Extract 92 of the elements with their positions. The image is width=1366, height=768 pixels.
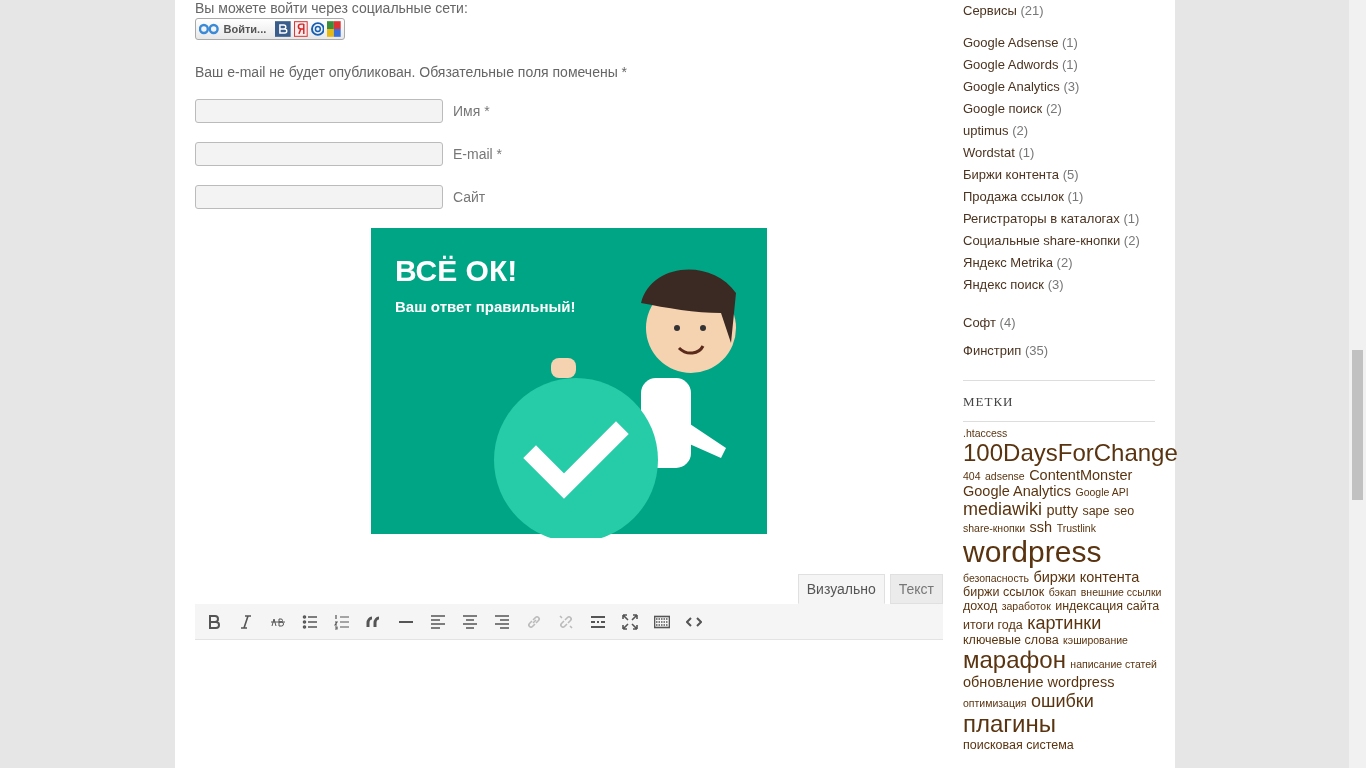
tag-link[interactable]: кэширование: [1063, 634, 1128, 647]
tags-heading: МЕТКИ: [963, 394, 1014, 409]
category-link[interactable]: Wordstat (1): [963, 144, 1155, 162]
toolbar-button[interactable]: [590, 613, 606, 630]
category-link[interactable]: Яндекс Metrika (2): [963, 254, 1155, 272]
tag-link[interactable]: ssh: [1029, 519, 1053, 536]
toolbar-button[interactable]: [430, 613, 446, 630]
tag-link[interactable]: индексация сайта: [1055, 599, 1160, 614]
scrollbar[interactable]: [1349, 0, 1366, 768]
tag-link[interactable]: ключевые слова: [963, 633, 1059, 648]
category-link[interactable]: Социальные share-кнопки (2): [963, 232, 1155, 250]
toolbar-button[interactable]: [238, 613, 254, 630]
category-link[interactable]: Продажа ссылок (1): [963, 188, 1155, 206]
colored-squares-icon: [327, 21, 341, 37]
category-link[interactable]: uptimus (2): [963, 122, 1155, 140]
align-left-icon: [430, 613, 446, 630]
tag-link[interactable]: плагины: [963, 709, 1056, 737]
social-login-text: Вы можете войти через социальные сети:: [195, 0, 469, 16]
horizontal-line-icon: [399, 620, 413, 623]
bullet-list-icon: [302, 613, 318, 630]
logo-icon: [199, 23, 221, 35]
toolbar-button[interactable]: [622, 613, 638, 630]
fullscreen-icon: [622, 613, 638, 630]
tag-link[interactable]: внешние ссылки: [1080, 586, 1162, 599]
tag-link[interactable]: 100DaysForChange: [963, 438, 1178, 466]
required-fields-notice: Ваш e-mail не будет опубликован. Обязательные поля помечены *: [195, 63, 629, 82]
tag-link[interactable]: оптимизация: [963, 696, 1027, 709]
tag-link[interactable]: .htaccess: [963, 427, 1008, 439]
text-input-field[interactable]: [195, 142, 443, 166]
read-more-icon: [590, 613, 606, 630]
category-link[interactable]: Google поиск (2): [963, 100, 1155, 118]
success-title: ВСЁ ОК!: [395, 254, 519, 288]
tag-link[interactable]: wordpress: [963, 535, 1102, 569]
tag-link[interactable]: Google Analytics: [963, 482, 1071, 499]
tag-link[interactable]: доход: [963, 599, 998, 614]
field-label: E-mail *: [453, 144, 502, 164]
toolbar-button[interactable]: [654, 613, 670, 630]
category-link[interactable]: Google Adsense (1): [963, 34, 1155, 52]
numbered-list-icon: [334, 613, 350, 630]
vk-icon: [275, 21, 291, 37]
tag-link[interactable]: ContentMonster: [1029, 466, 1133, 483]
tag-link[interactable]: ошибки: [1030, 690, 1094, 711]
tag-link[interactable]: seo: [1113, 504, 1135, 519]
bold-icon: [206, 613, 222, 630]
category-link[interactable]: Яндекс поиск (3): [963, 276, 1155, 294]
tag-link[interactable]: поисковая система: [963, 737, 1074, 752]
tag-link[interactable]: sape: [1082, 504, 1110, 519]
text-input-field[interactable]: [195, 185, 443, 209]
tag-link[interactable]: putty: [1046, 502, 1078, 519]
field-label: Сайт: [453, 187, 486, 207]
tag-link[interactable]: mediawiki: [963, 499, 1043, 520]
tag-link[interactable]: Google API: [1075, 485, 1129, 498]
category-link[interactable]: Биржи контента (5): [963, 166, 1155, 184]
toolbar-button[interactable]: [206, 613, 222, 630]
tag-link[interactable]: 404: [963, 469, 981, 482]
tag-link[interactable]: заработок: [1001, 600, 1051, 613]
tag-link[interactable]: share-кнопки: [963, 522, 1026, 535]
editor-tab[interactable]: Текст: [889, 574, 943, 604]
social-login-button[interactable]: Войти...: [195, 18, 345, 40]
toolbar-button[interactable]: [302, 613, 318, 630]
tag-link[interactable]: обновление wordpress: [963, 674, 1115, 691]
category-link[interactable]: Сервисы (21): [963, 3, 1044, 18]
toolbar-button[interactable]: [462, 613, 478, 630]
editor-tab[interactable]: Визуально: [797, 574, 885, 604]
keyboard-icon: [654, 613, 670, 630]
text-input-field[interactable]: [195, 99, 443, 123]
tag-link[interactable]: марафон: [963, 646, 1066, 674]
success-subtitle: Ваш ответ правильный!: [395, 297, 576, 317]
tag-link[interactable]: безопасность: [963, 572, 1029, 585]
scrollbar-thumb[interactable]: [1352, 350, 1363, 500]
align-right-icon: [494, 613, 510, 630]
tag-link[interactable]: написание статей: [1070, 658, 1157, 671]
toolbar-button[interactable]: [494, 613, 510, 630]
tag-link[interactable]: Trustlink: [1056, 522, 1096, 535]
category-link[interactable]: Регистраторы в каталогах (1): [963, 210, 1155, 228]
category-link[interactable]: Google Adwords (1): [963, 56, 1155, 74]
category-link[interactable]: Google Analytics (3): [963, 78, 1155, 96]
tag-link[interactable]: биржи ссылок: [963, 585, 1045, 600]
toolbar-button[interactable]: [334, 613, 350, 630]
italic-icon: [238, 613, 254, 630]
align-center-icon: [462, 613, 478, 630]
link-icon: [526, 613, 542, 630]
tag-link[interactable]: картинки: [1027, 613, 1102, 634]
field-label: Имя *: [453, 101, 490, 121]
yandex-icon: [293, 21, 308, 37]
tag-link[interactable]: бэкап: [1048, 586, 1077, 599]
category-link[interactable]: Финстрип (35): [963, 343, 1049, 358]
tag-link[interactable]: итоги года: [963, 618, 1023, 633]
unlink-icon: [558, 613, 574, 630]
category-link[interactable]: Софт (4): [963, 315, 1016, 330]
tag-link[interactable]: adsense: [985, 469, 1025, 482]
tag-link[interactable]: биржи контента: [1033, 569, 1140, 586]
